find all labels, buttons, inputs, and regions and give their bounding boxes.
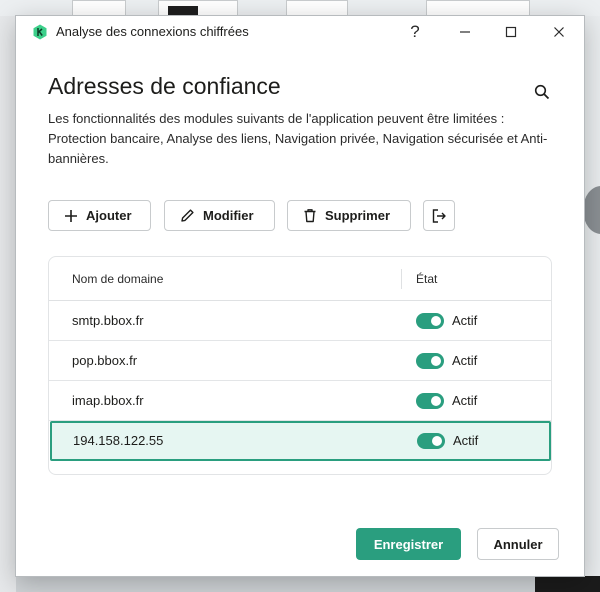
- maximize-icon[interactable]: [488, 16, 534, 48]
- window-title: Analyse des connexions chiffrées: [56, 24, 249, 39]
- edit-button[interactable]: Modifier: [164, 200, 275, 231]
- state-cell: Actif: [452, 353, 478, 368]
- table-row[interactable]: smtp.bbox.fr Actif: [49, 301, 551, 341]
- state-toggle[interactable]: [417, 433, 445, 449]
- state-toggle[interactable]: [416, 393, 444, 409]
- column-header-domain[interactable]: Nom de domaine: [72, 272, 163, 286]
- state-toggle[interactable]: [416, 353, 444, 369]
- column-divider[interactable]: [551, 269, 552, 289]
- plus-icon: [65, 209, 77, 222]
- dialog-window: Analyse des connexions chiffrées ? Adres…: [16, 16, 584, 576]
- background-right: [584, 16, 600, 592]
- add-button-label: Ajouter: [86, 208, 132, 223]
- minimize-icon[interactable]: [442, 16, 488, 48]
- state-cell: Actif: [453, 433, 479, 448]
- close-icon[interactable]: [536, 16, 582, 48]
- trash-icon: [304, 209, 316, 223]
- domain-cell: smtp.bbox.fr: [72, 313, 144, 328]
- table-row-selected[interactable]: 194.158.122.55 Actif: [50, 421, 551, 461]
- delete-button-label: Supprimer: [325, 208, 391, 223]
- title-bar: Analyse des connexions chiffrées ?: [16, 16, 584, 48]
- search-icon[interactable]: [530, 80, 554, 104]
- domain-cell: imap.bbox.fr: [72, 393, 144, 408]
- state-cell: Actif: [452, 313, 478, 328]
- save-button[interactable]: Enregistrer: [356, 528, 461, 560]
- page-description: Les fonctionnalités des modules suivants…: [48, 111, 548, 166]
- cancel-button[interactable]: Annuler: [477, 528, 559, 560]
- trusted-addresses-table: Nom de domaine État smtp.bbox.fr Actif p…: [48, 256, 552, 475]
- kaspersky-logo-icon: [32, 24, 48, 40]
- column-header-state[interactable]: État: [416, 272, 437, 286]
- background-window: [286, 0, 348, 16]
- help-icon[interactable]: ?: [392, 16, 438, 48]
- add-button[interactable]: Ajouter: [48, 200, 151, 231]
- table-row[interactable]: imap.bbox.fr Actif: [49, 381, 551, 421]
- domain-cell: pop.bbox.fr: [72, 353, 138, 368]
- background-window: [426, 0, 530, 16]
- delete-button[interactable]: Supprimer: [287, 200, 411, 231]
- table-row[interactable]: pop.bbox.fr Actif: [49, 341, 551, 381]
- domain-cell: 194.158.122.55: [73, 433, 164, 448]
- page-title: Adresses de confiance: [48, 73, 281, 99]
- table-header: Nom de domaine État: [49, 257, 552, 301]
- pencil-icon: [181, 209, 194, 222]
- state-toggle[interactable]: [416, 313, 444, 329]
- state-cell: Actif: [452, 393, 478, 408]
- background-left: [0, 16, 16, 592]
- edit-button-label: Modifier: [203, 208, 254, 223]
- background-bottom: [535, 576, 600, 592]
- background-window: [72, 0, 126, 16]
- export-button[interactable]: [423, 200, 455, 231]
- export-icon: [432, 208, 446, 223]
- column-divider[interactable]: [401, 269, 402, 289]
- background-window: [168, 6, 198, 16]
